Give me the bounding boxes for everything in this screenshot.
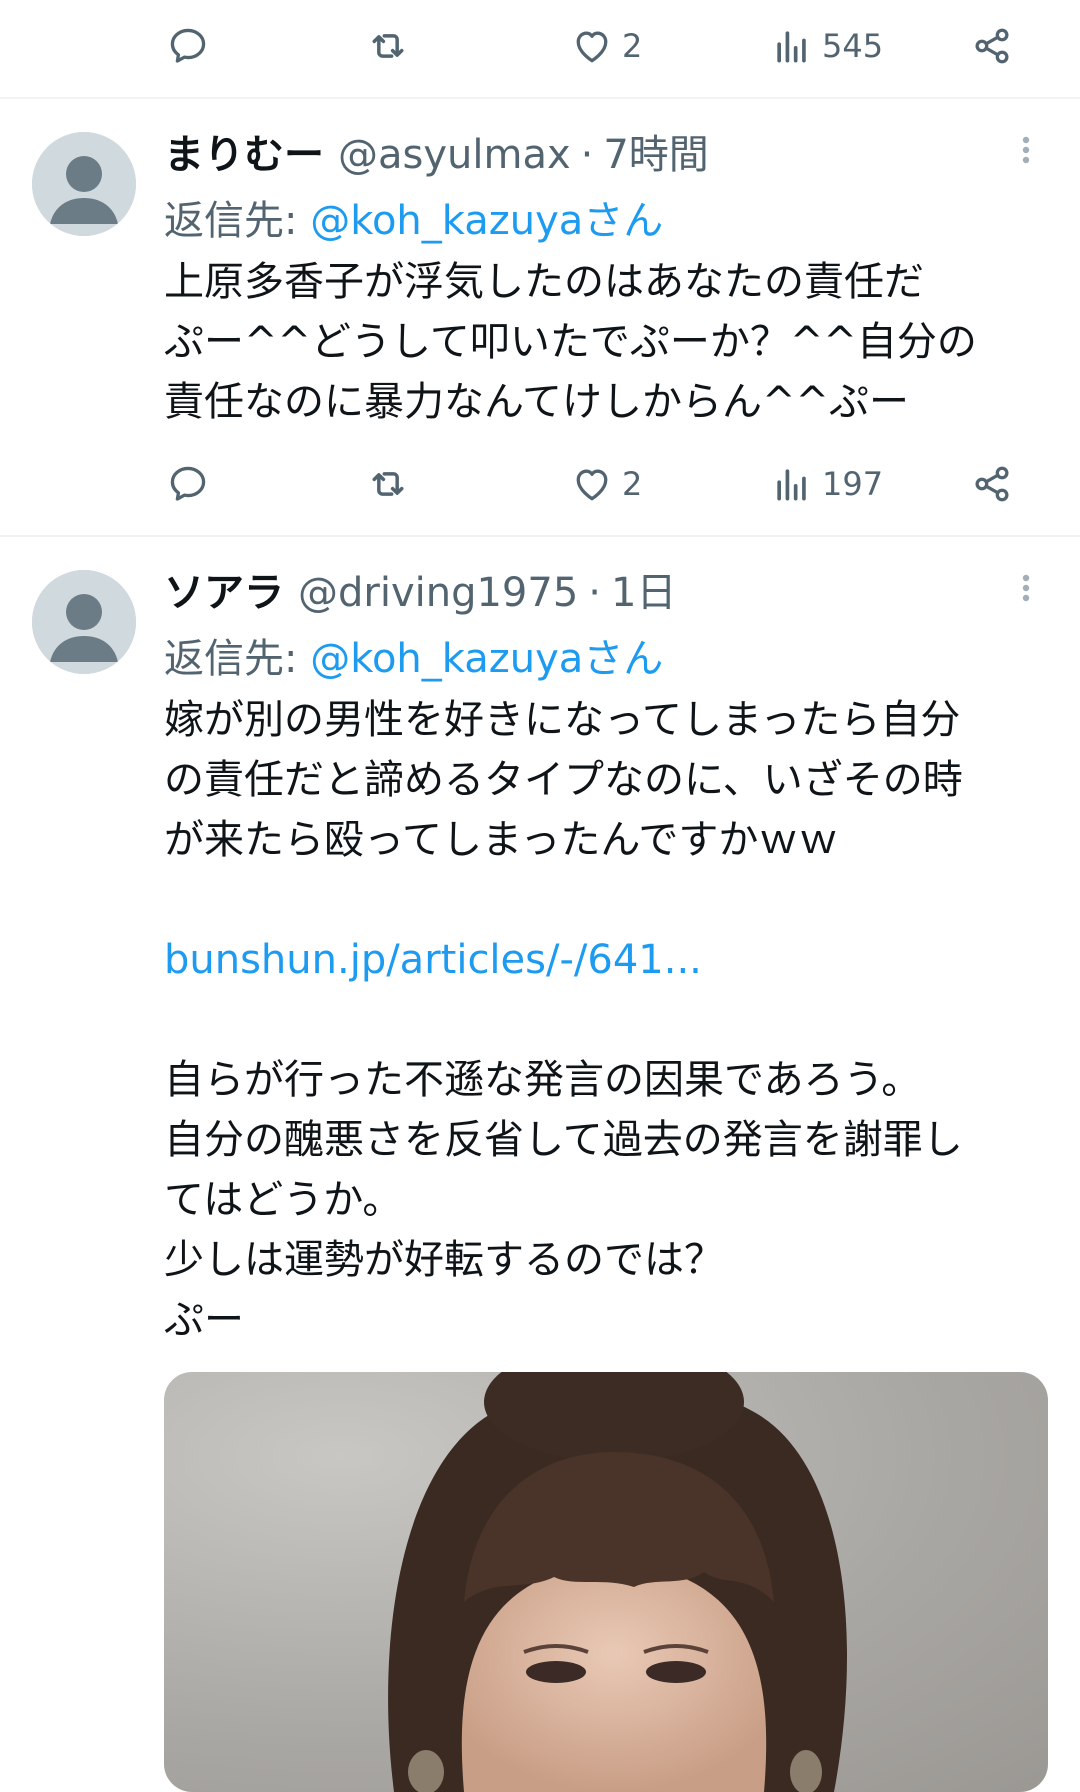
action-bar: 2 197	[0, 444, 1080, 524]
separator: ·	[588, 570, 601, 616]
user-handle[interactable]: @driving1975	[298, 570, 578, 616]
views-button[interactable]: 545	[770, 6, 883, 86]
display-name[interactable]: まりむー	[164, 122, 324, 180]
article-link[interactable]: bunshun.jp/articles/-/641...	[164, 930, 1044, 990]
timestamp[interactable]: 1日	[611, 560, 676, 618]
like-count: 2	[622, 465, 643, 503]
more-options-button[interactable]	[1010, 130, 1042, 178]
share-button[interactable]	[970, 444, 1014, 524]
text-line: 責任なのに暴力なんてけしからん^^ぷー	[164, 379, 910, 425]
like-button[interactable]: 2	[570, 444, 642, 524]
text-line: 少しは運勢が好転するのでは？	[164, 1237, 724, 1283]
share-icon	[975, 466, 1009, 502]
tweet-photo[interactable]	[164, 1372, 1048, 1792]
more-vertical-icon	[1022, 136, 1030, 164]
repost-button[interactable]	[366, 6, 410, 86]
text-line: ぷー	[164, 1297, 244, 1343]
timestamp[interactable]: 7時間	[603, 122, 708, 180]
views-icon	[777, 469, 806, 501]
reply-button[interactable]	[166, 6, 210, 86]
text-line: 上原多香子が浮気したのはあなたの責任だ	[164, 259, 924, 305]
text-line: が来たら殴ってしまったんですかｗｗ	[164, 817, 839, 863]
reply-button[interactable]	[166, 444, 210, 524]
text-line: 嫁が別の男性を好きになってしまったら自分	[164, 697, 961, 743]
more-options-button[interactable]	[1010, 568, 1042, 616]
views-icon	[777, 31, 806, 63]
view-count: 197	[822, 465, 884, 503]
separator: ·	[580, 132, 594, 178]
heart-icon	[576, 469, 608, 501]
tweet-header: ソアラ @driving1975 · 1日	[164, 560, 676, 620]
like-button[interactable]: 2	[570, 6, 642, 86]
view-count: 545	[822, 27, 884, 65]
default-avatar-icon	[32, 132, 136, 236]
text-line: てはどうか。	[164, 1177, 403, 1223]
display-name[interactable]: ソアラ	[164, 560, 284, 618]
divider	[0, 535, 1080, 537]
tweet-text: 上原多香子が浮気したのはあなたの責任だ ぷー^^どうして叩いたでぷーか？^^自分…	[164, 252, 1044, 432]
like-count: 2	[622, 27, 643, 65]
text-line: の責任だと諦めるタイプなのに、いざその時	[164, 757, 963, 803]
replying-to: 返信先: @koh_kazuyaさん	[164, 626, 663, 684]
reply-icon	[170, 466, 206, 501]
action-bar-top: 2 545	[0, 6, 1080, 86]
avatar[interactable]	[32, 132, 136, 236]
text-line: 自分の醜悪さを反省して過去の発言を謝罪し	[164, 1117, 963, 1163]
repost-button[interactable]	[366, 444, 410, 524]
divider	[0, 97, 1080, 99]
share-icon	[975, 28, 1009, 64]
reply-mention[interactable]: @koh_kazuyaさん	[310, 636, 663, 682]
replying-to: 返信先: @koh_kazuyaさん	[164, 188, 663, 246]
tweet-header: まりむー @asyulmax · 7時間	[164, 122, 709, 182]
repost-icon	[372, 472, 404, 496]
tweet-text: 嫁が別の男性を好きになってしまったら自分 の責任だと諦めるタイプなのに、いざその…	[164, 690, 1044, 1350]
more-vertical-icon	[1022, 574, 1030, 602]
portrait-photo	[388, 1372, 848, 1792]
heart-icon	[576, 31, 608, 63]
share-button[interactable]	[970, 6, 1014, 86]
reply-icon	[170, 28, 206, 63]
reply-mention[interactable]: @koh_kazuyaさん	[310, 198, 663, 244]
user-handle[interactable]: @asyulmax	[338, 132, 571, 178]
views-button[interactable]: 197	[770, 444, 883, 524]
text-line: ぷー^^どうして叩いたでぷーか？^^自分の	[164, 319, 977, 365]
repost-icon	[372, 34, 404, 58]
text-line: 自らが行った不遜な発言の因果であろう。	[164, 1057, 922, 1103]
default-avatar-icon	[32, 570, 136, 674]
avatar[interactable]	[32, 570, 136, 674]
reply-prefix: 返信先:	[164, 198, 298, 244]
reply-prefix: 返信先:	[164, 636, 298, 682]
